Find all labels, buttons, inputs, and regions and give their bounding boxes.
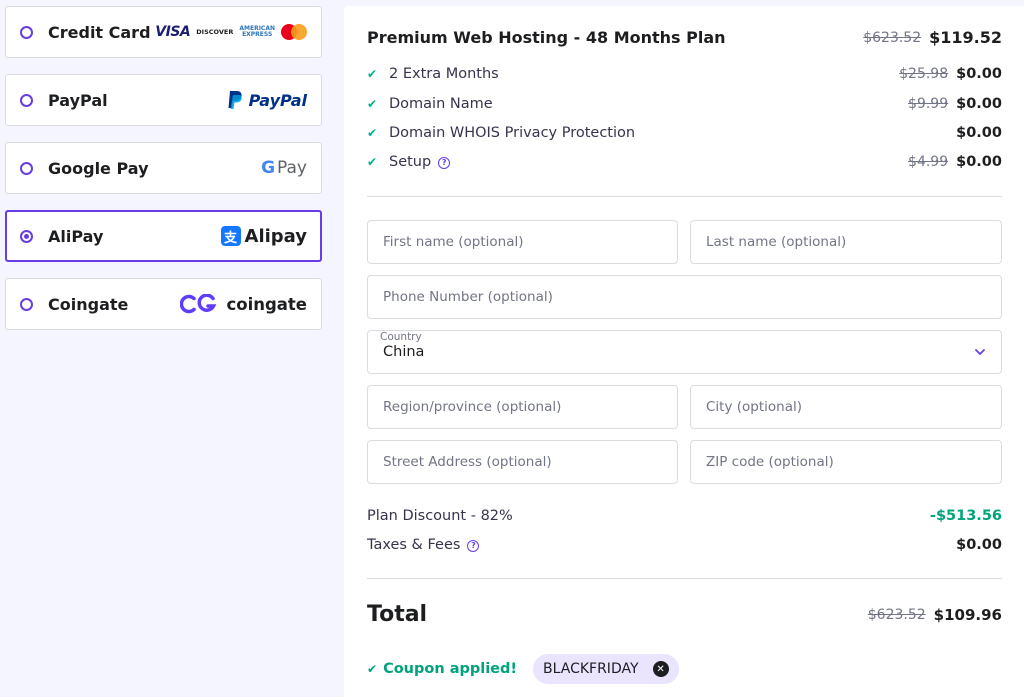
line-item-name-wrap: Setup? <box>389 154 908 170</box>
alipay-logo-text: Alipay <box>244 225 307 247</box>
payment-method-paypal[interactable]: PayPal PayPal <box>5 74 322 126</box>
check-icon: ✔ <box>367 67 378 81</box>
street-field[interactable] <box>367 440 678 484</box>
radio-google-pay[interactable] <box>20 161 33 175</box>
last-name-input[interactable] <box>706 234 986 250</box>
city-field[interactable] <box>690 385 1002 429</box>
plan-price: $119.52 <box>929 28 1002 47</box>
coupon-chip: BLACKFRIDAY ✕ <box>533 654 679 684</box>
line-item-price: $0.00 <box>956 125 1002 141</box>
coupon-applied-text: Coupon applied! <box>383 661 518 677</box>
taxes-label-wrap: Taxes & Fees? <box>367 537 956 553</box>
last-name-field[interactable] <box>690 220 1002 264</box>
taxes-label: Taxes & Fees <box>367 537 461 553</box>
radio-alipay[interactable] <box>20 229 33 243</box>
city-input[interactable] <box>706 399 986 415</box>
payment-method-label: Credit Card <box>48 22 151 42</box>
payment-method-alipay[interactable]: AliPay 支 Alipay <box>5 210 322 262</box>
google-pay-logo: G Pay <box>261 158 307 178</box>
payment-method-label: AliPay <box>48 226 104 246</box>
radio-paypal[interactable] <box>20 93 33 107</box>
help-icon[interactable]: ? <box>438 156 451 169</box>
check-icon: ✔ <box>367 126 378 140</box>
discount-value: -$513.56 <box>929 508 1002 524</box>
country-value: China <box>383 344 425 360</box>
line-item: ✔ Setup? $4.99 $0.00 <box>367 154 1002 170</box>
total-label: Total <box>367 602 428 627</box>
divider <box>367 196 1002 197</box>
order-summary-panel: Premium Web Hosting - 48 Months Plan $62… <box>344 6 1024 697</box>
payment-method-label: Google Pay <box>48 158 149 178</box>
amex-logo: AMERICAN EXPRESS <box>239 26 275 38</box>
line-item-old-price: $25.98 <box>899 66 949 82</box>
payment-method-credit-card[interactable]: Credit Card VISA DISCOVER AMERICAN EXPRE… <box>5 6 322 58</box>
divider <box>367 578 1002 579</box>
total-row: Total $623.52 $109.96 <box>367 602 1002 627</box>
line-item-price: $0.00 <box>956 154 1002 170</box>
radio-credit-card[interactable] <box>20 25 33 39</box>
help-icon[interactable]: ? <box>467 539 480 552</box>
discover-logo: DISCOVER <box>196 28 234 36</box>
country-select[interactable]: Country China <box>367 330 1002 374</box>
taxes-value: $0.00 <box>956 537 1002 553</box>
coupon-code: BLACKFRIDAY <box>543 661 639 677</box>
amex-logo-bottom: EXPRESS <box>242 31 273 38</box>
street-input[interactable] <box>383 454 662 470</box>
line-item: ✔ 2 Extra Months $25.98 $0.00 <box>367 66 1002 82</box>
zip-input[interactable] <box>706 454 986 470</box>
radio-coingate[interactable] <box>20 297 33 311</box>
paypal-logo-text: PayPal <box>248 90 307 110</box>
plan-name: Premium Web Hosting - 48 Months Plan <box>367 28 726 47</box>
region-field[interactable] <box>367 385 678 429</box>
line-item-old-price: $4.99 <box>908 154 949 170</box>
first-name-input[interactable] <box>383 234 662 250</box>
paypal-p-icon <box>228 90 242 109</box>
google-pay-logo-text: Pay <box>277 158 307 178</box>
coingate-icon <box>180 294 217 314</box>
total-old-price: $623.52 <box>867 606 926 623</box>
payment-method-google-pay[interactable]: Google Pay G Pay <box>5 142 322 194</box>
region-input[interactable] <box>383 399 662 415</box>
check-icon: ✔ <box>367 662 378 676</box>
plan-old-price: $623.52 <box>863 29 922 46</box>
visa-logo: VISA <box>155 24 191 40</box>
check-icon: ✔ <box>367 97 378 111</box>
alipay-logo: 支 Alipay <box>220 225 307 247</box>
discount-label: Plan Discount - 82% <box>367 508 513 524</box>
discount-row: Plan Discount - 82% -$513.56 <box>367 508 1002 524</box>
line-item: ✔ Domain WHOIS Privacy Protection $0.00 <box>367 125 1002 141</box>
coupon-applied: ✔ Coupon applied! BLACKFRIDAY ✕ <box>367 654 679 684</box>
zip-field[interactable] <box>690 440 1002 484</box>
paypal-logo: PayPal <box>227 90 307 110</box>
payment-method-label: Coingate <box>48 294 129 314</box>
country-label: Country <box>378 331 424 343</box>
line-item-name: Domain WHOIS Privacy Protection <box>389 125 636 141</box>
line-item: ✔ Domain Name $9.99 $0.00 <box>367 96 1002 112</box>
plan-row: Premium Web Hosting - 48 Months Plan $62… <box>367 28 1002 47</box>
coingate-logo: coingate <box>180 294 307 314</box>
line-item-price: $0.00 <box>956 96 1002 112</box>
line-item-name: 2 Extra Months <box>389 66 499 82</box>
phone-input[interactable] <box>383 289 986 305</box>
taxes-row: Taxes & Fees? $0.00 <box>367 537 1002 553</box>
line-item-name: Domain Name <box>389 96 493 112</box>
phone-field[interactable] <box>367 275 1002 319</box>
line-item-name: Setup <box>389 154 432 170</box>
payment-method-coingate[interactable]: Coingate coingate <box>5 278 322 330</box>
check-icon: ✔ <box>367 155 378 169</box>
line-item-price: $0.00 <box>956 66 1002 82</box>
card-logos: VISA DISCOVER AMERICAN EXPRESS <box>155 24 307 40</box>
mastercard-logo <box>281 24 307 40</box>
google-g-icon: G <box>261 158 276 178</box>
total-price: $109.96 <box>933 605 1002 624</box>
payment-method-label: PayPal <box>48 90 108 110</box>
coingate-logo-text: coingate <box>226 294 307 314</box>
first-name-field[interactable] <box>367 220 678 264</box>
alipay-icon: 支 <box>220 226 241 246</box>
chevron-down-icon <box>975 349 985 355</box>
line-item-old-price: $9.99 <box>908 96 949 112</box>
close-icon[interactable]: ✕ <box>652 661 669 677</box>
